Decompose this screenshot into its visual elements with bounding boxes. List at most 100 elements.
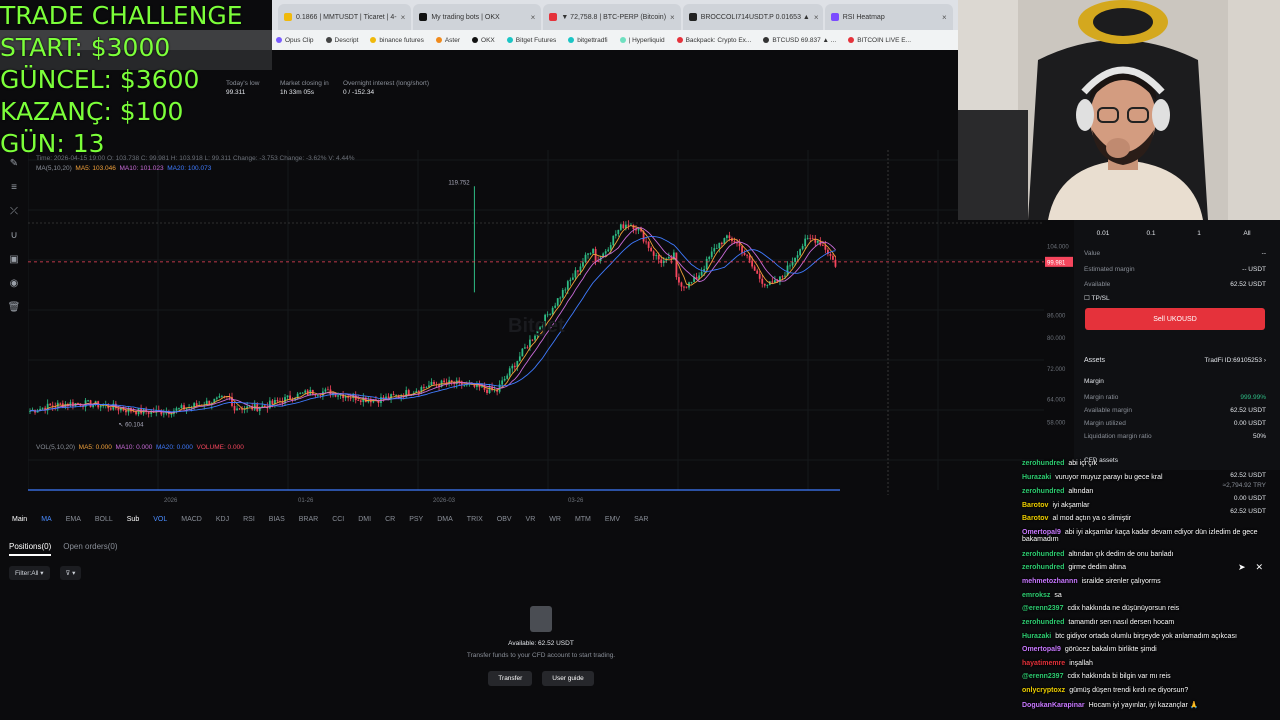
chat-text: sa — [1054, 592, 1062, 599]
indicator-vol[interactable]: VOL — [153, 516, 167, 523]
bookmark[interactable]: binance futures — [370, 37, 424, 44]
candle-body — [132, 411, 135, 413]
indicator-mtm[interactable]: MTM — [575, 516, 591, 523]
tab-favicon-icon — [830, 13, 839, 21]
candle-body — [809, 237, 812, 239]
sell-button[interactable]: Sell UKOUSD — [1085, 308, 1265, 330]
candle-body — [584, 254, 587, 263]
indicator-macd[interactable]: MACD — [181, 516, 202, 523]
indicator-psy[interactable]: PSY — [409, 516, 423, 523]
qty-0-01[interactable]: 0.01 — [1084, 230, 1122, 237]
candle-body — [804, 238, 807, 247]
bookmark-icon — [276, 36, 282, 43]
magnet-icon[interactable]: ∪ — [10, 230, 17, 241]
indicator-sub-label[interactable]: Sub — [127, 516, 139, 523]
bookmark[interactable]: OKX — [472, 37, 495, 44]
filter-select[interactable]: Filter:All ▾ — [9, 566, 50, 580]
transfer-button[interactable]: Transfer — [488, 671, 533, 686]
bookmark[interactable]: Aster — [435, 37, 460, 44]
browser-tab[interactable]: ▼ 72,758.8 | BTC-PERP (Bitcoin) × — [543, 4, 681, 30]
bookmark[interactable]: BTCUSD 69.837 ▲ ... — [763, 37, 836, 44]
candle-body — [51, 405, 54, 407]
bookmark[interactable]: | Hyperliquid — [619, 37, 665, 44]
tradfi-id[interactable]: TradFi ID:69105253 › — [1204, 357, 1266, 364]
chat-message: zerohundred abi içi çık — [1022, 460, 1097, 467]
user-guide-button[interactable]: User guide — [542, 671, 594, 686]
candle-body — [559, 297, 562, 299]
browser-tab[interactable]: RSI Heatmap × — [824, 4, 953, 30]
bookmark[interactable]: Backpack: Crypto Ex... — [676, 37, 751, 44]
candle-body — [655, 255, 658, 256]
indicator-dma[interactable]: DMA — [437, 516, 453, 523]
candle-body — [109, 408, 112, 410]
indicator-cci[interactable]: CCI — [332, 516, 344, 523]
tab-open-orders[interactable]: Open orders(0) — [63, 542, 117, 556]
bookmark[interactable]: Bitget Futures — [506, 37, 556, 44]
candle-body — [564, 289, 567, 291]
indicator-emv[interactable]: EMV — [605, 516, 620, 523]
indicator-rsi[interactable]: RSI — [243, 516, 255, 523]
indicator-bias[interactable]: BIAS — [269, 516, 285, 523]
candle-body — [766, 285, 769, 286]
candle-body — [392, 394, 395, 396]
tab-close-icon[interactable]: × — [670, 13, 675, 22]
candle-body — [592, 249, 594, 254]
candle-body — [589, 253, 592, 255]
positions-tabs: Positions(0) Open orders(0) — [9, 542, 118, 556]
candle-body — [829, 253, 832, 256]
challenge-overlay: TRADE CHALLENGE START: $3000 GÜNCEL: $36… — [0, 0, 243, 160]
indicator-sar[interactable]: SAR — [634, 516, 648, 523]
indicator-boll[interactable]: BOLL — [95, 516, 113, 523]
indicator-obv[interactable]: OBV — [497, 516, 512, 523]
candle-body — [77, 403, 79, 404]
indicator-vr[interactable]: VR — [526, 516, 536, 523]
indicator-cr[interactable]: CR — [385, 516, 395, 523]
indicator-trix[interactable]: TRIX — [467, 516, 483, 523]
eye-icon[interactable]: ◉ — [10, 278, 19, 289]
candle-body — [612, 235, 615, 246]
bookmark[interactable]: Descript — [325, 37, 358, 44]
bookmark[interactable]: Opus Clip — [276, 37, 314, 44]
tab-positions[interactable]: Positions(0) — [9, 542, 52, 556]
fibonacci-icon[interactable]: ≡ — [11, 182, 17, 193]
indicator-ma[interactable]: MA — [41, 516, 52, 523]
indicator-wr[interactable]: WR — [549, 516, 561, 523]
bookmark[interactable]: bitgettradfi — [568, 37, 608, 44]
qty-all[interactable]: All — [1228, 230, 1266, 237]
send-icon[interactable]: ➤ — [1238, 562, 1246, 573]
lock-icon[interactable]: ▣ — [9, 254, 18, 265]
indicator-dmi[interactable]: DMI — [358, 516, 371, 523]
browser-tab[interactable]: BROCCOLI714USDT.P 0.01653 ▲ × — [682, 4, 823, 30]
trash-icon[interactable]: 🗑 — [8, 302, 21, 313]
tpsl-checkbox[interactable]: ☐ TP/SL — [1084, 294, 1110, 302]
tab-favicon-icon — [284, 13, 292, 21]
tab-close-icon[interactable]: × — [531, 13, 536, 22]
indicator-ema[interactable]: EMA — [66, 516, 81, 523]
close-icon[interactable]: ✕ — [1256, 562, 1264, 573]
tab-close-icon[interactable]: × — [942, 13, 947, 22]
tab-close-icon[interactable]: × — [401, 13, 406, 22]
tab-favicon-icon — [419, 13, 428, 21]
browser-tab[interactable]: My trading bots | OKX × — [413, 4, 542, 30]
candle-body — [524, 347, 526, 349]
indicator-brar[interactable]: BRAR — [299, 516, 318, 523]
tab-close-icon[interactable]: × — [814, 13, 819, 22]
qty-1[interactable]: 1 — [1180, 230, 1218, 237]
indicator-kdj[interactable]: KDJ — [216, 516, 229, 523]
filter-icon[interactable]: ⊽ ▾ — [59, 566, 82, 580]
candle-body — [162, 413, 165, 415]
qty-0-1[interactable]: 0.1 — [1132, 230, 1170, 237]
candle-body — [637, 228, 640, 231]
candle-body — [301, 392, 304, 394]
candle-body — [738, 243, 741, 247]
bookmark[interactable]: BITCOIN LIVE E... — [848, 37, 911, 44]
line-tool-icon[interactable]: ⤫ — [10, 206, 18, 217]
candle-body — [327, 389, 329, 391]
price-tick-label: 80.000 — [1047, 336, 1066, 342]
browser-tab[interactable]: 0.1866 | MMTUSDT | Ticaret | 4- × — [278, 4, 412, 30]
chat-username: zerohundred — [1022, 551, 1065, 558]
candle-body — [728, 235, 731, 239]
indicator-main-label[interactable]: Main — [12, 516, 27, 523]
candle-body — [271, 400, 274, 404]
chat-message: zerohundred girme dedim altına — [1022, 564, 1126, 571]
